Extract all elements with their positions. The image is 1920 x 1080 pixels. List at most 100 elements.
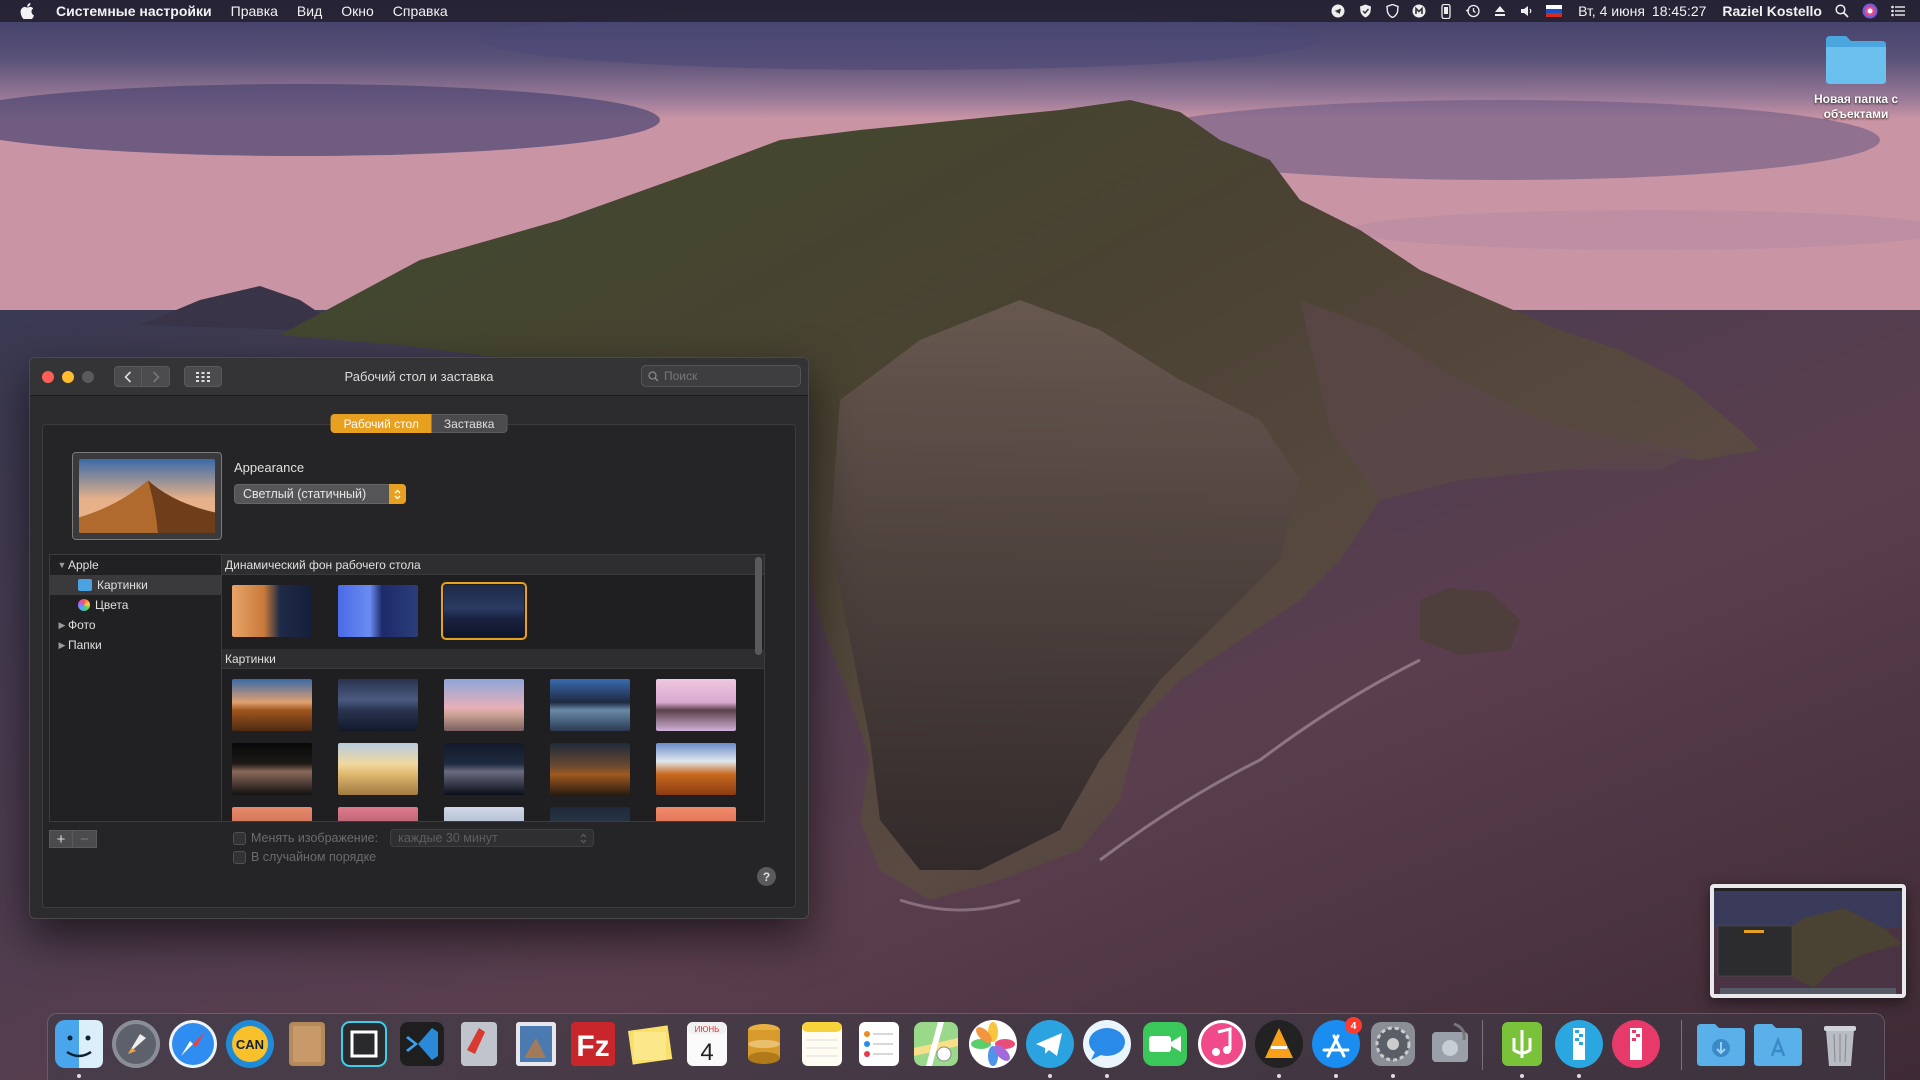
time-machine-icon[interactable] (1465, 3, 1481, 19)
messages-icon[interactable] (1081, 1018, 1133, 1070)
shield-check-icon[interactable] (1357, 3, 1373, 19)
folder-icon (78, 579, 92, 591)
menubar-clock[interactable]: 18:45:27 (1652, 3, 1707, 19)
gallery-scrollbar[interactable] (755, 557, 762, 655)
finder-icon[interactable] (53, 1018, 105, 1070)
notes-icon[interactable] (796, 1018, 848, 1070)
minimize-window-button[interactable] (62, 370, 74, 383)
launchpad-icon[interactable] (110, 1018, 162, 1070)
wallpaper-thumb[interactable] (232, 743, 312, 795)
disclosure-closed-icon[interactable]: ▶ (56, 640, 68, 651)
menu-view[interactable]: Вид (297, 3, 322, 19)
sidebar-item-photos[interactable]: ▶ Фото (50, 615, 221, 635)
close-window-button[interactable] (42, 370, 54, 383)
notes-book-icon[interactable] (281, 1018, 333, 1070)
framer-icon[interactable] (338, 1018, 390, 1070)
appearance-popup[interactable]: Светлый (статичный) (234, 484, 406, 504)
menu-help[interactable]: Справка (393, 3, 448, 19)
sequel-pro-icon[interactable] (738, 1018, 790, 1070)
sidebar-item-pictures[interactable]: Картинки (50, 575, 221, 595)
wallpaper-thumb[interactable] (550, 679, 630, 731)
wallpaper-thumb[interactable] (338, 679, 418, 731)
notification-center-icon[interactable] (1890, 3, 1906, 19)
window-titlebar[interactable]: Рабочий стол и заставка (30, 358, 808, 396)
safari-icon[interactable] (167, 1018, 219, 1070)
phone-icon[interactable] (1438, 3, 1454, 19)
telegram-icon[interactable] (1024, 1018, 1076, 1070)
wallpaper-thumb[interactable] (338, 743, 418, 795)
wallpaper-thumb-mojave-night[interactable] (441, 582, 527, 640)
vscode-icon[interactable] (396, 1018, 448, 1070)
wallpaper-thumb[interactable] (550, 743, 630, 795)
zoom-window-button[interactable] (82, 370, 94, 383)
show-all-button[interactable] (184, 366, 222, 387)
preview-icon[interactable] (510, 1018, 562, 1070)
wallpaper-thumb[interactable] (232, 679, 312, 731)
facetime-icon[interactable] (1139, 1018, 1191, 1070)
help-button[interactable]: ? (757, 867, 776, 886)
disk-utility-icon[interactable] (1424, 1018, 1476, 1070)
wallpaper-thumb[interactable] (656, 807, 736, 821)
shield-icon[interactable] (1384, 3, 1400, 19)
menubar-user[interactable]: Raziel Kostello (1722, 3, 1822, 19)
downloads-folder-icon[interactable] (1695, 1018, 1747, 1070)
maps-icon[interactable] (910, 1018, 962, 1070)
filezilla-icon[interactable]: Fz (567, 1018, 619, 1070)
telegram-icon[interactable] (1330, 3, 1346, 19)
wallpaper-thumb[interactable] (656, 679, 736, 731)
wallpaper-thumb-solar-gradients[interactable] (338, 585, 418, 637)
forward-button[interactable] (142, 366, 170, 387)
applications-folder-icon[interactable] (1752, 1018, 1804, 1070)
wallpaper-thumb[interactable] (338, 807, 418, 821)
wallpaper-thumb[interactable] (444, 679, 524, 731)
search-field[interactable] (641, 365, 801, 387)
can-icon[interactable]: CAN (224, 1018, 276, 1070)
wallpaper-thumb[interactable] (232, 807, 312, 821)
app-menu[interactable]: Системные настройки (56, 3, 212, 19)
calendar-icon[interactable]: ИЮНЬ 4 (681, 1018, 733, 1070)
tab-screensaver[interactable]: Заставка (431, 414, 508, 433)
archiver-icon[interactable] (1553, 1018, 1605, 1070)
trash-icon[interactable] (1814, 1018, 1866, 1070)
sidebar-item-apple[interactable]: ▼ Apple (50, 555, 221, 575)
vlc-icon[interactable] (1253, 1018, 1305, 1070)
back-button[interactable] (114, 366, 142, 387)
stickies-icon[interactable] (624, 1018, 676, 1070)
wallpaper-thumb[interactable] (444, 807, 524, 821)
wallpaper-thumb-mojave-dynamic[interactable] (232, 585, 312, 637)
eject-icon[interactable] (1492, 3, 1508, 19)
android-file-transfer-icon[interactable] (1496, 1018, 1548, 1070)
siri-icon[interactable] (1862, 3, 1878, 19)
spotlight-search-icon[interactable] (1834, 3, 1850, 19)
malwarebytes-icon[interactable] (1411, 3, 1427, 19)
disclosure-open-icon[interactable]: ▼ (56, 560, 68, 570)
itunes-icon[interactable] (1196, 1018, 1248, 1070)
wallpaper-thumb[interactable] (656, 743, 736, 795)
menubar-date[interactable]: Вт, 4 июня (1578, 3, 1645, 19)
search-input[interactable] (664, 369, 794, 383)
add-folder-button[interactable]: + (49, 830, 73, 848)
sidebar-item-colors[interactable]: Цвета (50, 595, 221, 615)
screenshot-thumbnail[interactable] (1710, 884, 1906, 998)
wallpaper-gallery: Динамический фон рабочего стола Картинки (221, 554, 765, 822)
system-preferences-icon[interactable] (1367, 1018, 1419, 1070)
remove-folder-button[interactable]: − (73, 830, 97, 848)
wallpaper-thumb[interactable] (444, 743, 524, 795)
russian-flag-icon[interactable] (1546, 3, 1563, 19)
menu-window[interactable]: Окно (341, 3, 374, 19)
interval-popup[interactable]: каждые 30 минут (390, 829, 595, 847)
disclosure-closed-icon[interactable]: ▶ (56, 620, 68, 631)
wallpaper-thumb[interactable] (550, 807, 630, 821)
apple-menu-icon[interactable] (20, 3, 36, 19)
tab-desktop[interactable]: Рабочий стол (330, 414, 432, 433)
menu-edit[interactable]: Правка (231, 3, 278, 19)
volume-icon[interactable] (1519, 3, 1535, 19)
zip-icon[interactable] (1610, 1018, 1662, 1070)
reminders-icon[interactable] (853, 1018, 905, 1070)
change-picture-checkbox[interactable] (233, 831, 246, 845)
random-order-checkbox[interactable] (233, 850, 246, 864)
sidebar-item-folders[interactable]: ▶ Папки (50, 635, 221, 655)
desktop-folder[interactable]: Новая папка с объектами (1802, 34, 1910, 122)
photos-icon[interactable] (967, 1018, 1019, 1070)
script-editor-icon[interactable] (453, 1018, 505, 1070)
